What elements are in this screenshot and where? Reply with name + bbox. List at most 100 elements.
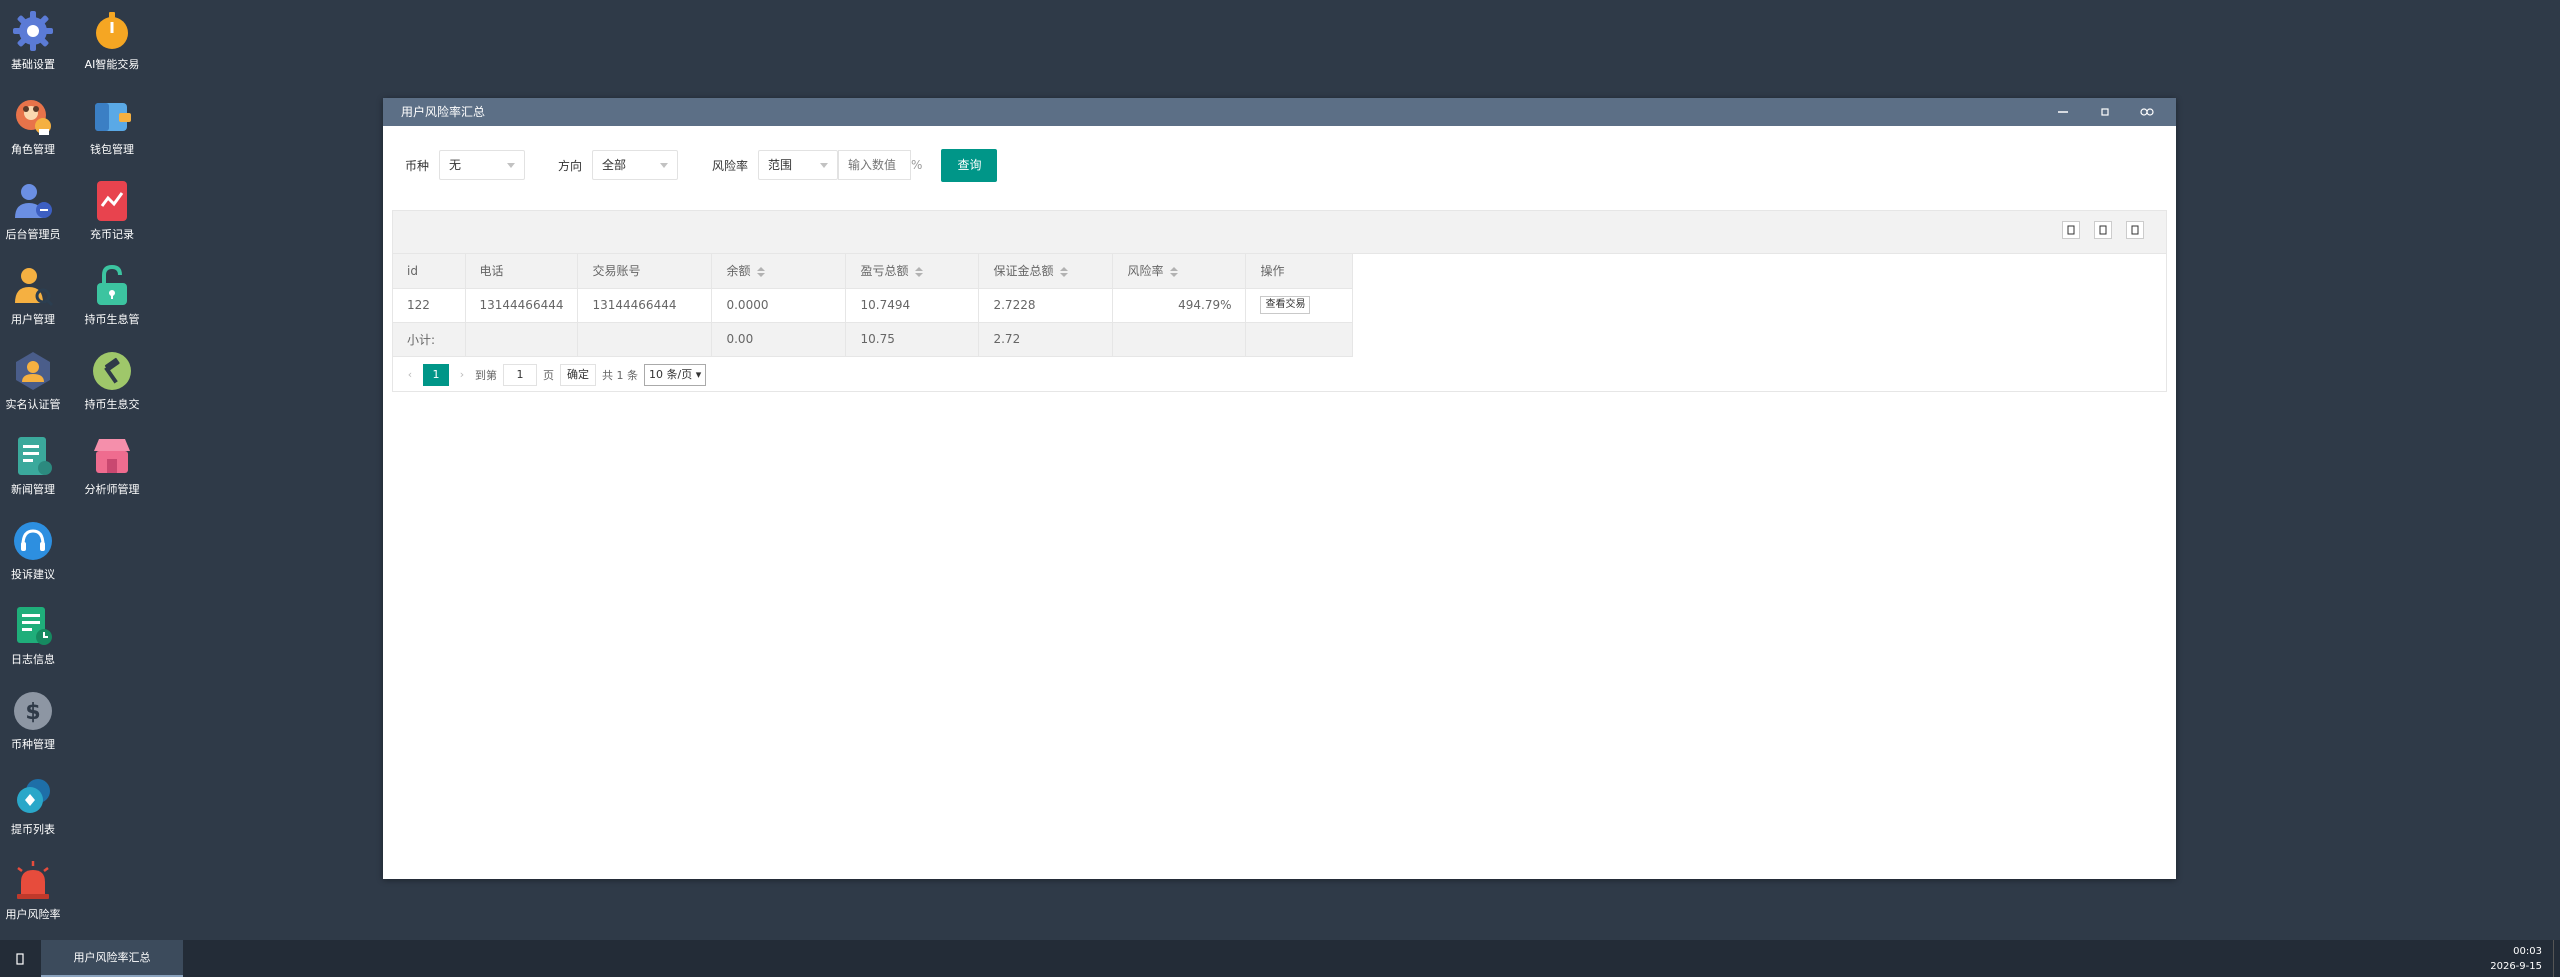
desktop-icon-label: 后台管理员 [5,228,61,241]
next-page-button[interactable]: › [455,364,469,386]
desktop-icon-ai-trading[interactable]: AI智能交易 [72,2,152,82]
sort-icon[interactable] [1059,266,1068,277]
clock: 00:03 2026-9-15 [2490,944,2542,974]
cell-pnl: 10.7494 [845,288,980,323]
direction-select[interactable]: 全部 [592,150,679,180]
desktop-icon-logs[interactable]: 日志信息 [0,597,73,677]
column-header-action: 操作 [1245,254,1354,289]
clock-time: 00:03 [2513,946,2542,957]
cell-account: 13144466444 [577,288,713,323]
desktop-icon-analysts[interactable]: 分析师管理 [72,427,152,507]
subtotal-label: 小计: [393,322,466,357]
maximize-icon [2101,108,2109,116]
id-verify-icon [16,352,50,390]
subtotal-empty [577,322,713,357]
start-button[interactable] [0,940,40,977]
chevron-down-icon [507,163,516,168]
column-header-id[interactable]: id [393,254,466,289]
alarm-icon [17,861,49,899]
gear-icon [13,11,53,51]
window-controls [2042,98,2168,126]
risk-range-value: 范围 [768,158,793,172]
page-current[interactable]: 1 [423,363,449,386]
desktop-icon-basic-settings[interactable]: 基础设置 [0,2,73,82]
desktop-icon-wallet[interactable]: 钱包管理 [72,87,152,167]
show-desktop-button[interactable] [2553,940,2560,977]
column-header-label: 操作 [1260,264,1285,279]
desktop-icon-label: 持币生息交 [84,398,140,411]
desktop-icon-user-management[interactable]: 用户管理 [0,257,73,337]
query-button[interactable]: 查询 [941,148,998,182]
risk-range-select[interactable]: 范围 [758,150,839,180]
desktop-icon-admins[interactable]: 后台管理员 [0,172,73,252]
column-header-label: 交易账号 [592,264,641,279]
prev-page-button[interactable]: ‹ [403,364,417,386]
minimize-button[interactable] [2042,98,2084,126]
column-header-pnl[interactable]: 盈亏总额 [845,254,980,289]
desktop-icon-label: 钱包管理 [90,143,134,156]
desktop-icon-label: 实名认证管 [5,398,61,411]
column-header-label: 盈亏总额 [860,264,909,279]
desktop-icon-withdraw-list[interactable]: 提币列表 [0,767,73,847]
subtotal-margin: 2.72 [978,322,1114,357]
log-icon [17,607,52,645]
goto-page-input[interactable]: 1 [503,363,537,386]
cell-id: 122 [393,288,466,323]
desktop-icon-label: 新闻管理 [11,483,55,496]
desktop-icon-id-verify[interactable]: 实名认证管 [0,342,73,422]
column-header-label: 余额 [726,264,751,279]
subtotal-pnl: 10.75 [845,322,980,357]
cell-margin: 2.7228 [978,288,1114,323]
desktop-icon-label: 角色管理 [11,143,55,156]
export-icon [2099,225,2107,235]
desktop-icon-label: 分析师管理 [84,483,140,496]
percent-sign: % [911,158,923,172]
desktop-icon-complaints[interactable]: 投诉建议 [0,512,73,592]
column-header-margin[interactable]: 保证金总额 [978,254,1114,289]
risk-table: id 电话 交易账号 余额 盈亏总额 保证金总额 风险率 操作 122 1314… [393,254,1354,357]
desktop-icon-staking-trades[interactable]: 持币生息交 [72,342,152,422]
table-row: 122 13144466444 13144466444 0.0000 10.74… [393,288,1354,323]
desktop-icon-label: 充币记录 [90,228,134,241]
desktop-icon-role-management[interactable]: 角色管理 [0,87,73,167]
close-button[interactable] [2126,98,2168,126]
window-titlebar[interactable]: 用户风险率汇总 [383,98,2176,126]
cell-risk: 494.79% [1112,288,1247,323]
subtotal-empty [465,322,579,357]
column-header-risk[interactable]: 风险率 [1112,254,1247,289]
sort-icon[interactable] [1169,266,1178,277]
direction-select-value: 全部 [602,158,627,172]
direction-label: 方向 [558,158,583,173]
risk-table-container: id 电话 交易账号 余额 盈亏总额 保证金总额 风险率 操作 122 1314… [392,210,2167,392]
column-header-account[interactable]: 交易账号 [577,254,713,289]
desktop-icon-label: 用户管理 [11,313,55,326]
desktop-icon-staking[interactable]: 持币生息管 [72,257,152,337]
column-header-balance[interactable]: 余额 [711,254,847,289]
column-header-phone[interactable]: 电话 [465,254,579,289]
sort-icon[interactable] [756,266,765,277]
desktop-icon-news[interactable]: 新闻管理 [0,427,73,507]
shop-icon [94,439,130,473]
total-count: 共 1 条 [602,368,638,382]
cell-action: 查看交易 [1245,288,1354,323]
table-toolbar [393,211,2166,254]
sort-icon[interactable] [914,266,923,277]
desktop-icon-coins[interactable]: $ 币种管理 [0,682,73,762]
coin-select[interactable]: 无 [439,150,526,180]
taskbar: 用户风险率汇总 00:03 2026-9-15 [0,940,2560,977]
chevron-down-icon [820,163,829,168]
risk-label: 风险率 [712,158,749,173]
desktop-icon-user-risk[interactable]: 用户风险率 [0,852,73,932]
cell-balance: 0.0000 [711,288,847,323]
view-trades-button[interactable]: 查看交易 [1260,296,1311,314]
columns-filter-button[interactable] [2062,221,2080,239]
page-size-select[interactable]: 10 条/页 ▾ [644,363,707,386]
maximize-button[interactable] [2084,98,2126,126]
goto-confirm-button[interactable]: 确定 [560,363,596,386]
export-button[interactable] [2094,221,2112,239]
taskbar-item-risk-summary[interactable]: 用户风险率汇总 [41,940,183,977]
desktop-icon-deposit-records[interactable]: 充币记录 [72,172,152,252]
close-icon [2140,108,2154,116]
risk-value-input[interactable] [838,150,912,180]
print-button[interactable] [2126,221,2144,239]
